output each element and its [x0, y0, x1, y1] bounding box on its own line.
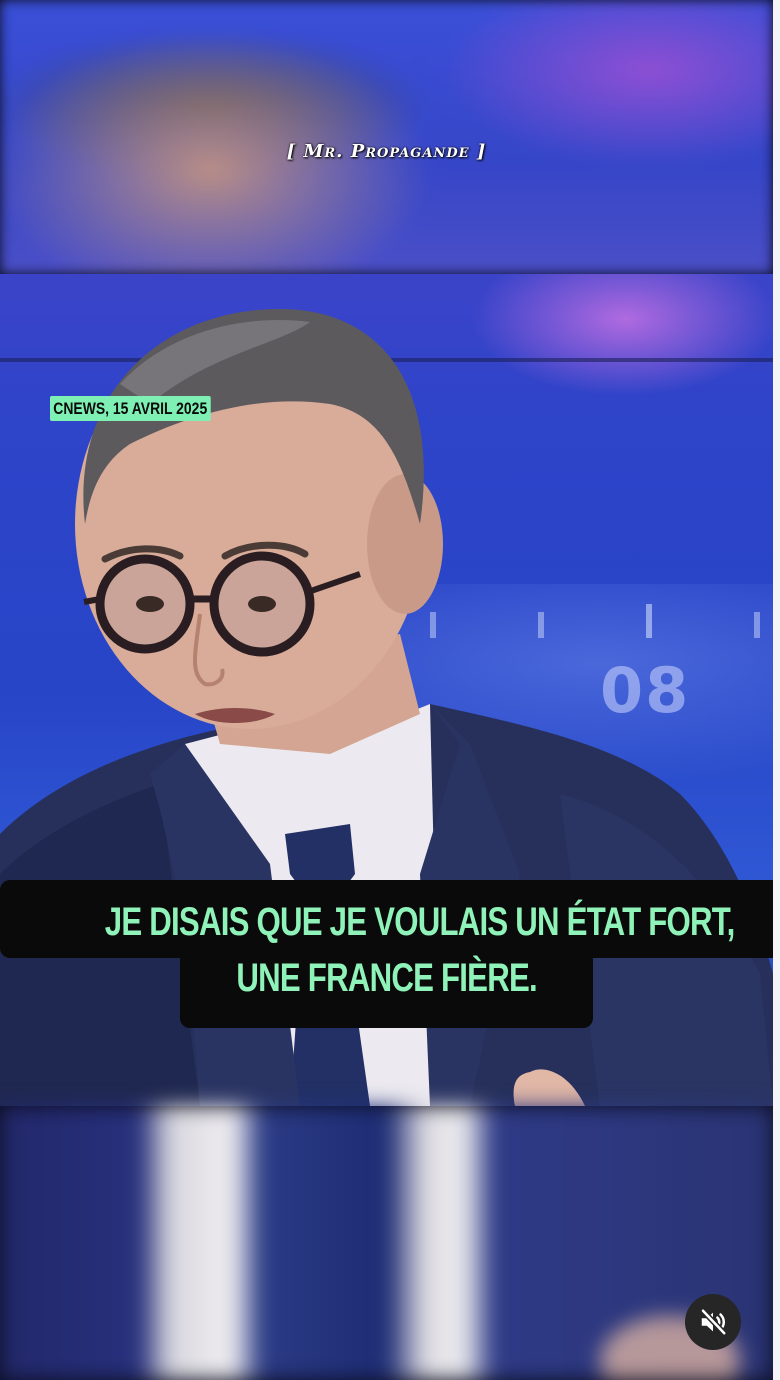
page-edge	[773, 0, 780, 1380]
subtitle-line-1-text: JE DISAIS QUE JE VOULAIS UN ÉTAT FORT,	[104, 900, 735, 944]
speaker-muted-icon	[700, 1307, 728, 1337]
video-player[interactable]: 08 CNEWS, 15 AVRIL 2025 JE DISAIS QUE JE…	[0, 274, 773, 1106]
blurred-background-top	[0, 0, 773, 274]
blurred-background-bottom	[0, 1106, 773, 1380]
unmute-button[interactable]	[685, 1294, 741, 1350]
subtitle-line-2: UNE FRANCE FIÈRE.	[179, 950, 594, 1028]
subtitle-line-2-text: UNE FRANCE FIÈRE.	[236, 956, 537, 1000]
reel-viewer: [ Mr. Propagande ] 08 CNEWS, 15 AVRIL 20…	[0, 0, 780, 1380]
source-label: CNEWS, 15 AVRIL 2025	[50, 396, 211, 421]
subtitle-caption: JE DISAIS QUE JE VOULAIS UN ÉTAT FORT, U…	[0, 880, 773, 1028]
watermark: [ Mr. Propagande ]	[286, 141, 487, 162]
subtitle-line-1: JE DISAIS QUE JE VOULAIS UN ÉTAT FORT,	[0, 880, 773, 958]
